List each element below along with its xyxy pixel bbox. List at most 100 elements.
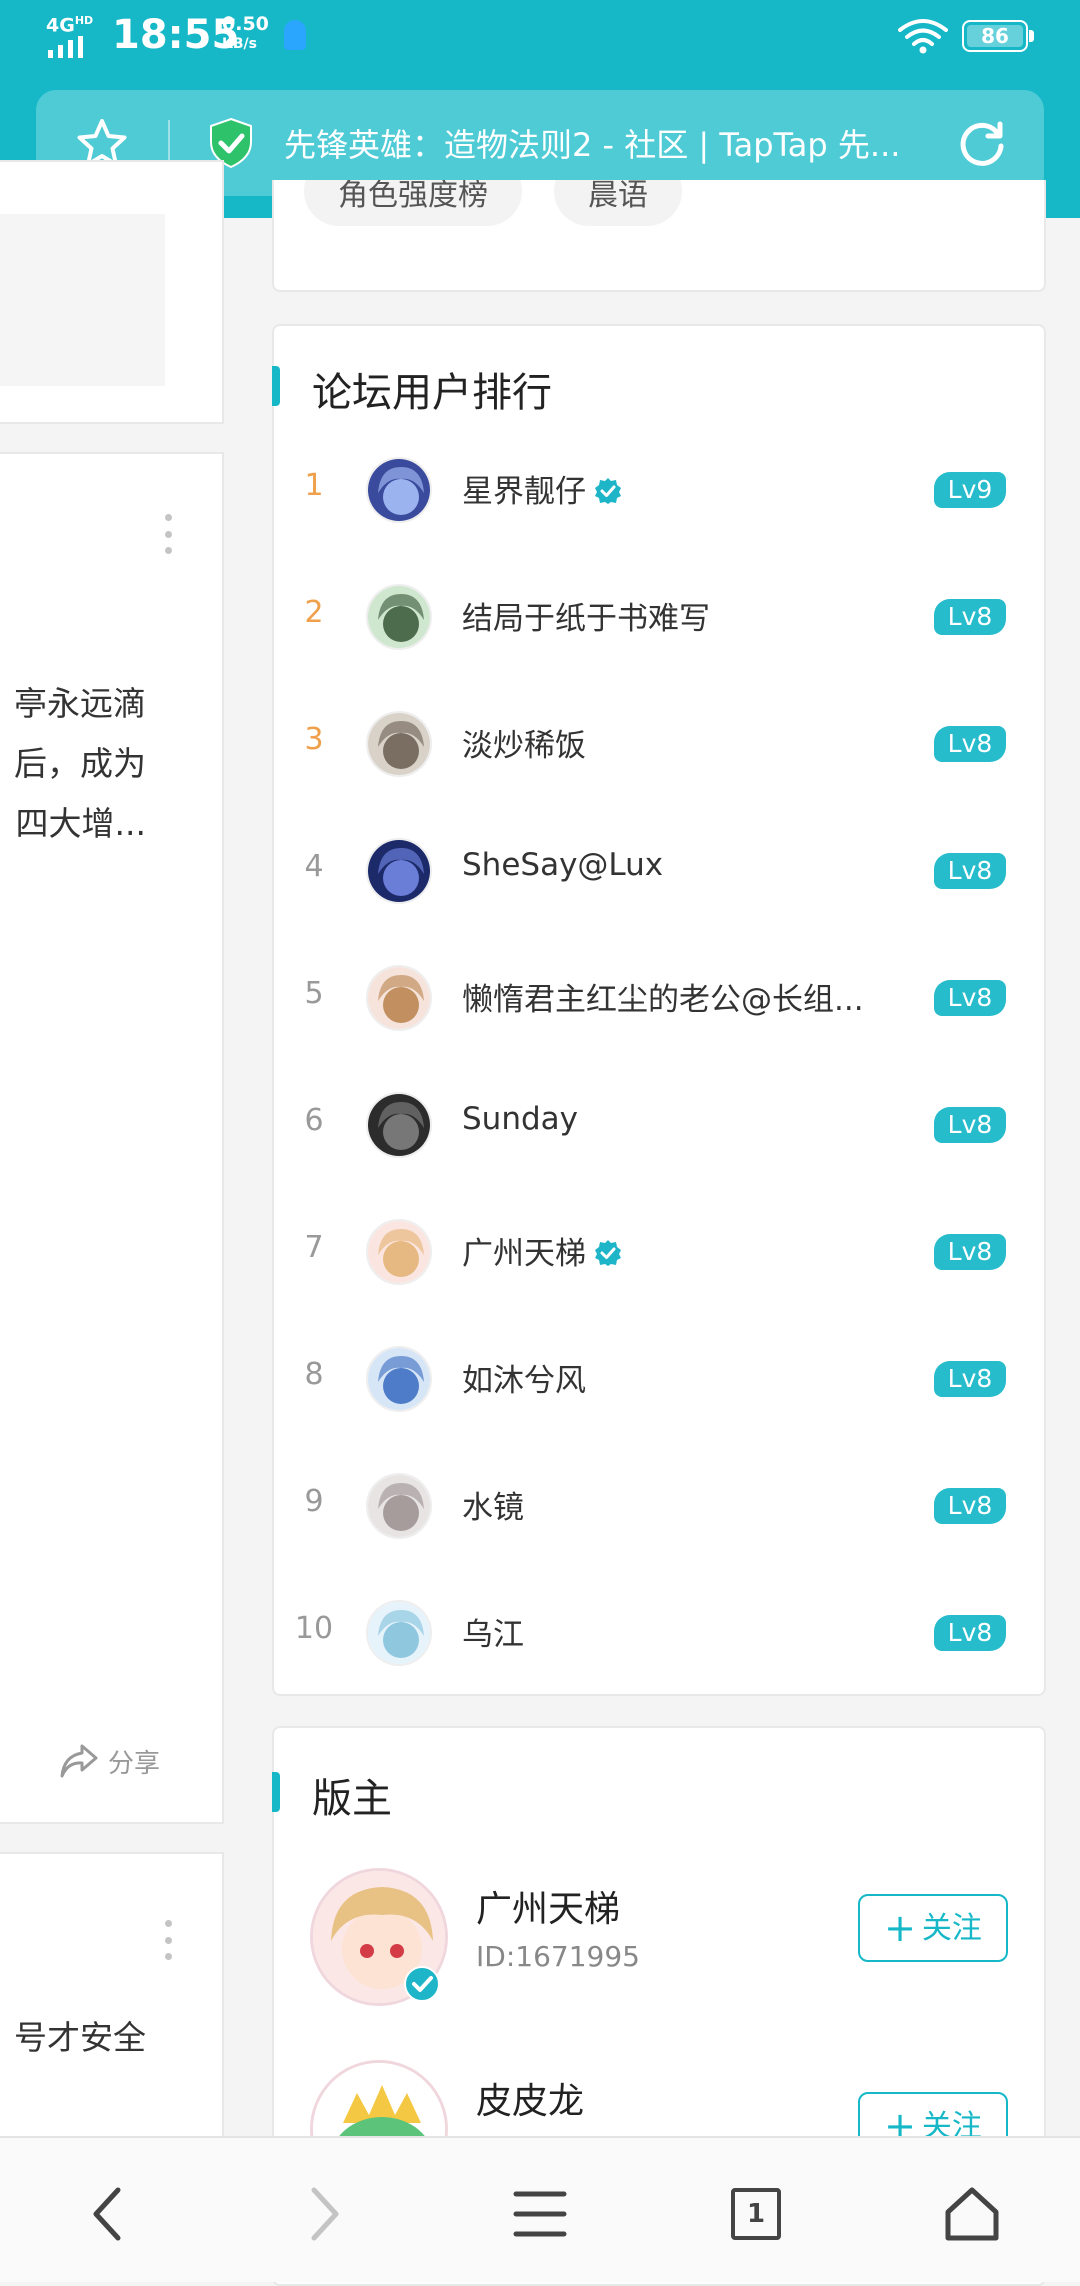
avatar[interactable]	[366, 965, 432, 1031]
avatar[interactable]	[366, 1219, 432, 1285]
avatar[interactable]	[366, 457, 432, 523]
tag-chip[interactable]: 角色强度榜	[304, 180, 522, 226]
rank-number: 6	[304, 1103, 324, 1138]
reload-icon[interactable]	[956, 118, 1008, 170]
menu-button[interactable]	[504, 2178, 576, 2250]
avatar[interactable]	[366, 1346, 432, 1412]
section-accent-bar	[272, 366, 280, 406]
verified-badge-icon	[404, 1966, 440, 2002]
level-badge: Lv8	[934, 1361, 1006, 1397]
wifi-icon	[898, 19, 948, 54]
ranking-row[interactable]: 5 懒惰君主红尘的老公@长组... Lv8	[274, 934, 1044, 1061]
level-badge: Lv8	[934, 599, 1006, 635]
moderator-item[interactable]: 广州天梯 ID:1671995 + 关注	[274, 1868, 1044, 2018]
menu-icon	[513, 2191, 567, 2237]
avatar[interactable]	[366, 711, 432, 777]
user-name[interactable]: 广州天梯	[462, 1228, 622, 1273]
ranking-row[interactable]: 1 星界靓仔 Lv9	[274, 426, 1044, 553]
section-title: 版主	[312, 1776, 392, 1822]
status-bar: 4GHD 18:55 0.50 KB/s 86	[0, 0, 1080, 80]
browser-bottom-nav: 1	[0, 2136, 1080, 2282]
moderator-name[interactable]: 皮皮龙	[476, 2072, 584, 2124]
verified-badge-icon	[595, 1240, 621, 1266]
rank-number: 10	[294, 1611, 334, 1646]
signal-bars-icon	[48, 36, 83, 58]
forward-button[interactable]	[288, 2178, 360, 2250]
level-badge: Lv8	[934, 1488, 1006, 1524]
signal-indicator: 4GHD	[46, 14, 98, 58]
rank-number: 8	[304, 1357, 324, 1392]
post-excerpt-line: 亭永远滴	[14, 684, 146, 723]
avatar[interactable]	[366, 838, 432, 904]
share-label: 分享	[108, 1748, 161, 1779]
avatar[interactable]	[366, 1473, 432, 1539]
ranking-row[interactable]: 2 结局于纸于书难写 Lv8	[274, 553, 1044, 680]
level-badge: Lv8	[934, 853, 1006, 889]
user-name[interactable]: 淡炒稀饭	[462, 720, 586, 765]
moderator-id: ID:1671995	[476, 1940, 640, 1973]
follow-button[interactable]: + 关注	[858, 1894, 1008, 1962]
user-name[interactable]: 乌江	[462, 1609, 524, 1654]
rank-number: 9	[304, 1484, 324, 1519]
post-card[interactable]: 亭永远滴 后，成为 。四大增... 分享	[0, 452, 224, 1824]
tag-card: 角色强度榜 晨语	[272, 180, 1046, 292]
avatar[interactable]	[366, 1600, 432, 1666]
user-name[interactable]: SheSay@Lux	[462, 847, 663, 883]
ranking-row[interactable]: 9 水镜 Lv8	[274, 1442, 1044, 1569]
more-options-icon[interactable]	[164, 1920, 172, 1960]
user-ranking-card: 论坛用户排行 1 星界靓仔 Lv9 2 结局于纸于书难写 Lv8 3 淡炒稀饭 Lv8 4 SheS…	[272, 324, 1046, 1696]
section-accent-bar	[272, 1772, 280, 1812]
level-badge: Lv8	[934, 1234, 1006, 1270]
tag-chip[interactable]: 晨语	[554, 180, 682, 226]
user-name[interactable]: 结局于纸于书难写	[462, 593, 710, 638]
ranking-row[interactable]: 10 乌江 Lv8	[274, 1569, 1044, 1696]
tabs-icon: 1	[731, 2188, 781, 2240]
ranking-row[interactable]: 6 Sunday Lv8	[274, 1061, 1044, 1188]
ranking-row[interactable]: 8 如沐兮风 Lv8	[274, 1315, 1044, 1442]
moderator-name[interactable]: 广州天梯	[476, 1880, 620, 1932]
network-speed: 0.50 KB/s	[222, 13, 269, 52]
rank-number: 7	[304, 1230, 324, 1265]
user-name[interactable]: Sunday	[462, 1101, 578, 1137]
battery-icon: 86	[962, 20, 1034, 52]
user-name[interactable]: 懒惰君主红尘的老公@长组...	[462, 974, 864, 1019]
home-button[interactable]	[936, 2178, 1008, 2250]
rank-number: 1	[304, 468, 324, 503]
tabs-button[interactable]: 1	[720, 2178, 792, 2250]
clock: 18:55	[112, 12, 240, 58]
avatar[interactable]	[366, 1092, 432, 1158]
share-icon	[60, 1744, 98, 1778]
network-type: 4GHD	[46, 14, 94, 37]
rank-number: 2	[304, 595, 324, 630]
back-button[interactable]	[72, 2178, 144, 2250]
post-card-partial[interactable]	[0, 160, 224, 424]
battery-level: 86	[981, 24, 1009, 48]
level-badge: Lv8	[934, 980, 1006, 1016]
more-options-icon[interactable]	[164, 514, 172, 554]
share-button[interactable]: 分享	[58, 1742, 160, 1780]
post-excerpt-line: 后，成为	[14, 744, 146, 783]
rank-number: 3	[304, 722, 324, 757]
avatar[interactable]	[366, 584, 432, 650]
back-arrow-icon	[93, 2187, 121, 2241]
forward-arrow-icon	[311, 2187, 339, 2241]
level-badge: Lv8	[934, 726, 1006, 762]
post-excerpt-line: 号才安全	[14, 2018, 146, 2057]
notification-bell-icon	[284, 20, 306, 50]
section-title: 论坛用户排行	[312, 370, 552, 416]
plus-icon: +	[884, 1906, 916, 1950]
level-badge: Lv9	[934, 472, 1006, 508]
rank-number: 4	[304, 849, 324, 884]
ranking-row[interactable]: 7 广州天梯 Lv8	[274, 1188, 1044, 1315]
user-name[interactable]: 星界靓仔	[462, 466, 622, 511]
ranking-row[interactable]: 3 淡炒稀饭 Lv8	[274, 680, 1044, 807]
ranking-row[interactable]: 4 SheSay@Lux Lv8	[274, 807, 1044, 934]
level-badge: Lv8	[934, 1107, 1006, 1143]
user-name[interactable]: 水镜	[462, 1482, 524, 1527]
level-badge: Lv8	[934, 1615, 1006, 1651]
post-image-placeholder	[0, 214, 165, 386]
home-icon	[945, 2187, 999, 2241]
verified-badge-icon	[595, 478, 621, 504]
user-name[interactable]: 如沐兮风	[462, 1355, 586, 1400]
page-title[interactable]: 先锋英雄：造物法则2 - 社区 | TapTap 先...	[284, 120, 944, 166]
